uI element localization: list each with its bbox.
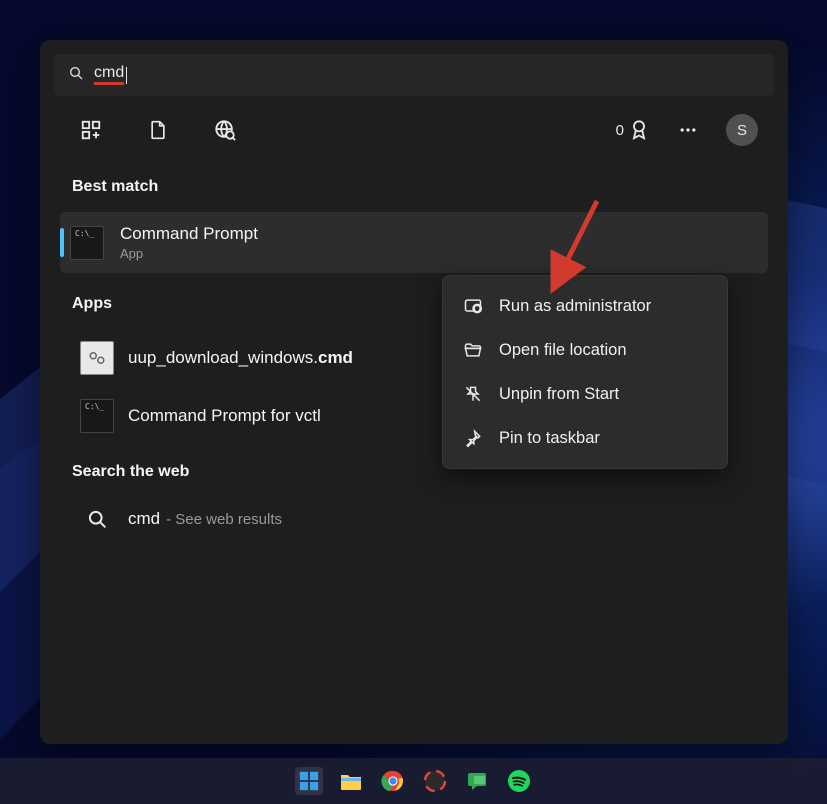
filter-web-icon[interactable] (214, 119, 236, 141)
search-box[interactable]: cmd (54, 54, 774, 96)
avatar-letter: S (737, 122, 747, 139)
section-best-match: Best match (54, 168, 774, 212)
taskbar-explorer-icon[interactable] (337, 767, 365, 795)
text-cursor (126, 67, 127, 84)
unpin-icon (463, 384, 483, 404)
cmd-file-icon (80, 341, 114, 375)
taskbar-chat-icon[interactable] (463, 767, 491, 795)
user-avatar[interactable]: S (726, 114, 758, 146)
app-item-label: uup_download_windows. (128, 348, 318, 367)
ctx-item-label: Pin to taskbar (499, 429, 600, 448)
ctx-pin-taskbar[interactable]: Pin to taskbar (449, 416, 721, 460)
taskbar-app-icon[interactable] (421, 767, 449, 795)
ctx-run-as-admin[interactable]: Run as administrator (449, 284, 721, 328)
taskbar-chrome-icon[interactable] (379, 767, 407, 795)
result-title-label: Command Prompt (120, 224, 258, 244)
ctx-unpin-start[interactable]: Unpin from Start (449, 372, 721, 416)
filter-row: 0 S (54, 96, 774, 168)
ctx-item-label: Unpin from Start (499, 385, 619, 404)
taskbar-start-icon[interactable] (295, 767, 323, 795)
filter-apps-icon[interactable] (80, 119, 102, 141)
shield-run-icon (463, 296, 483, 316)
web-suffix: - See web results (166, 511, 282, 528)
ctx-item-label: Run as administrator (499, 297, 651, 316)
cmd-app-icon: C:\_ (80, 399, 114, 433)
result-web-search[interactable]: cmd - See web results (54, 497, 774, 541)
search-icon (68, 65, 84, 86)
web-query: cmd (128, 509, 160, 529)
context-menu: Run as administrator Open file location … (442, 275, 728, 469)
result-command-prompt[interactable]: C:\_ Command Prompt App (60, 212, 768, 273)
ctx-open-location[interactable]: Open file location (449, 328, 721, 372)
cmd-app-icon: C:\_ (70, 226, 104, 260)
taskbar-spotify-icon[interactable] (505, 767, 533, 795)
rewards-count: 0 (616, 122, 624, 139)
medal-icon (628, 119, 650, 141)
more-icon[interactable] (678, 120, 698, 140)
app-item-label: Command Prompt for vctl (128, 406, 321, 426)
selection-indicator (60, 228, 64, 257)
search-input-text: cmd (94, 65, 124, 85)
result-subtitle-label: App (120, 246, 258, 261)
pin-icon (463, 428, 483, 448)
filter-documents-icon[interactable] (148, 119, 168, 141)
search-icon (80, 509, 114, 529)
ctx-item-label: Open file location (499, 341, 627, 360)
app-item-bold: cmd (318, 348, 353, 367)
folder-open-icon (463, 340, 483, 360)
rewards-button[interactable]: 0 (616, 119, 650, 141)
taskbar (0, 758, 827, 804)
